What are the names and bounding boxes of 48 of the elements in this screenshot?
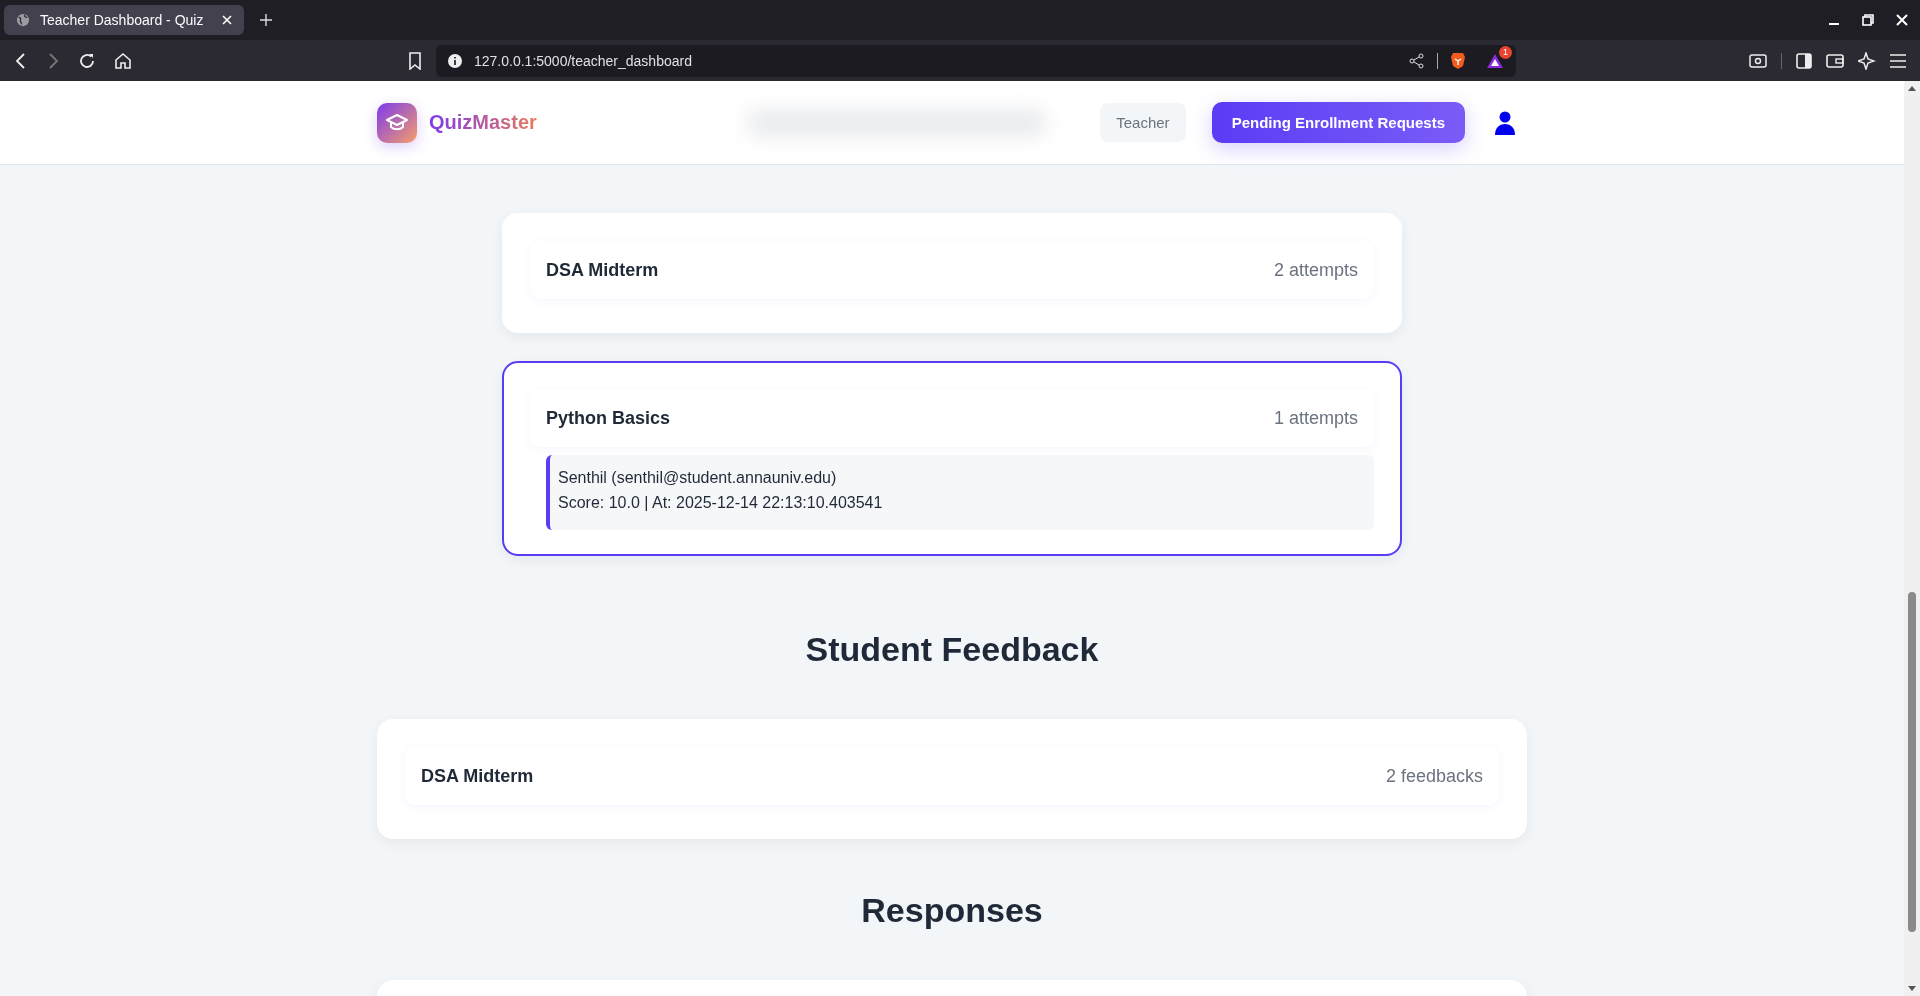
brand-name[interactable]: QuizMaster [429,111,537,134]
feedback-count: 2 feedbacks [1385,765,1483,787]
quiz-row[interactable]: DSA Midterm 2 attempts [530,241,1374,299]
share-icon[interactable] [1409,52,1425,69]
close-icon[interactable] [222,15,232,25]
graduation-cap-icon [377,102,417,143]
forward-icon[interactable] [46,52,60,69]
scrollbar[interactable] [1904,81,1920,996]
home-icon[interactable] [114,51,132,70]
notification-badge: 1 [1499,45,1512,59]
student-name: Senthil (senthil@student.annauniv.edu) [558,469,838,487]
sparkle-icon[interactable] [1858,51,1876,70]
quiz-title: DSA Midterm [421,765,534,787]
section-heading: Responses [861,891,1043,930]
quiz-title: DSA Midterm [546,259,659,281]
menu-icon[interactable] [1890,53,1906,68]
screenshot-icon[interactable] [1749,52,1767,69]
quiz-row[interactable]: Python Basics 1 attempts [530,389,1374,447]
bookmark-icon[interactable] [408,51,422,70]
user-icon[interactable] [1495,110,1515,135]
feedback-row[interactable]: DSA Midterm 2 feedbacks [405,747,1499,805]
lion-shield-icon[interactable] [1450,51,1466,70]
reload-icon[interactable] [78,51,96,70]
scrollbar-thumb[interactable] [1908,592,1916,933]
browser-tab[interactable]: Teacher Dashboard - Quiz [4,5,244,35]
quiz-card[interactable]: Python Basics 1 attempts Senthil (senthil@student.annauniv.edu) Score: 10.0 | At: 2025-12-14 22:13:10.403541 [502,361,1402,556]
new-tab-icon[interactable] [260,14,272,26]
scroll-up-icon[interactable] [1908,85,1916,91]
sidebar-icon[interactable] [1796,52,1812,69]
close-icon[interactable] [1896,14,1908,26]
feedback-card[interactable]: DSA Midterm 2 feedbacks [377,719,1527,839]
scroll-down-icon[interactable] [1908,986,1916,992]
quiz-card[interactable]: DSA Midterm 2 attempts [502,213,1402,333]
triangle-icon[interactable] [1486,52,1504,69]
info-icon [448,53,462,68]
pending-requests-button[interactable]: Pending Enrollment Requests [1211,102,1465,143]
globe-icon [16,13,30,27]
role-badge: Teacher [1100,103,1186,142]
wallet-icon[interactable] [1826,52,1844,69]
tab-title: Teacher Dashboard - Quiz [40,12,205,28]
address-bar[interactable]: 127.0.0.1:5000/teacher_dashboard 1 [436,44,1516,77]
restore-icon[interactable] [1862,14,1874,26]
attempt-score: Score: 10.0 | At: 2025-12-14 22:13:10.403541 [558,494,884,512]
quiz-title: Python Basics [546,407,671,429]
section-heading: Student Feedback [805,630,1099,669]
attempt-count: 2 attempts [1273,259,1358,281]
back-icon[interactable] [14,52,28,69]
attempt-count: 1 attempts [1273,407,1358,429]
